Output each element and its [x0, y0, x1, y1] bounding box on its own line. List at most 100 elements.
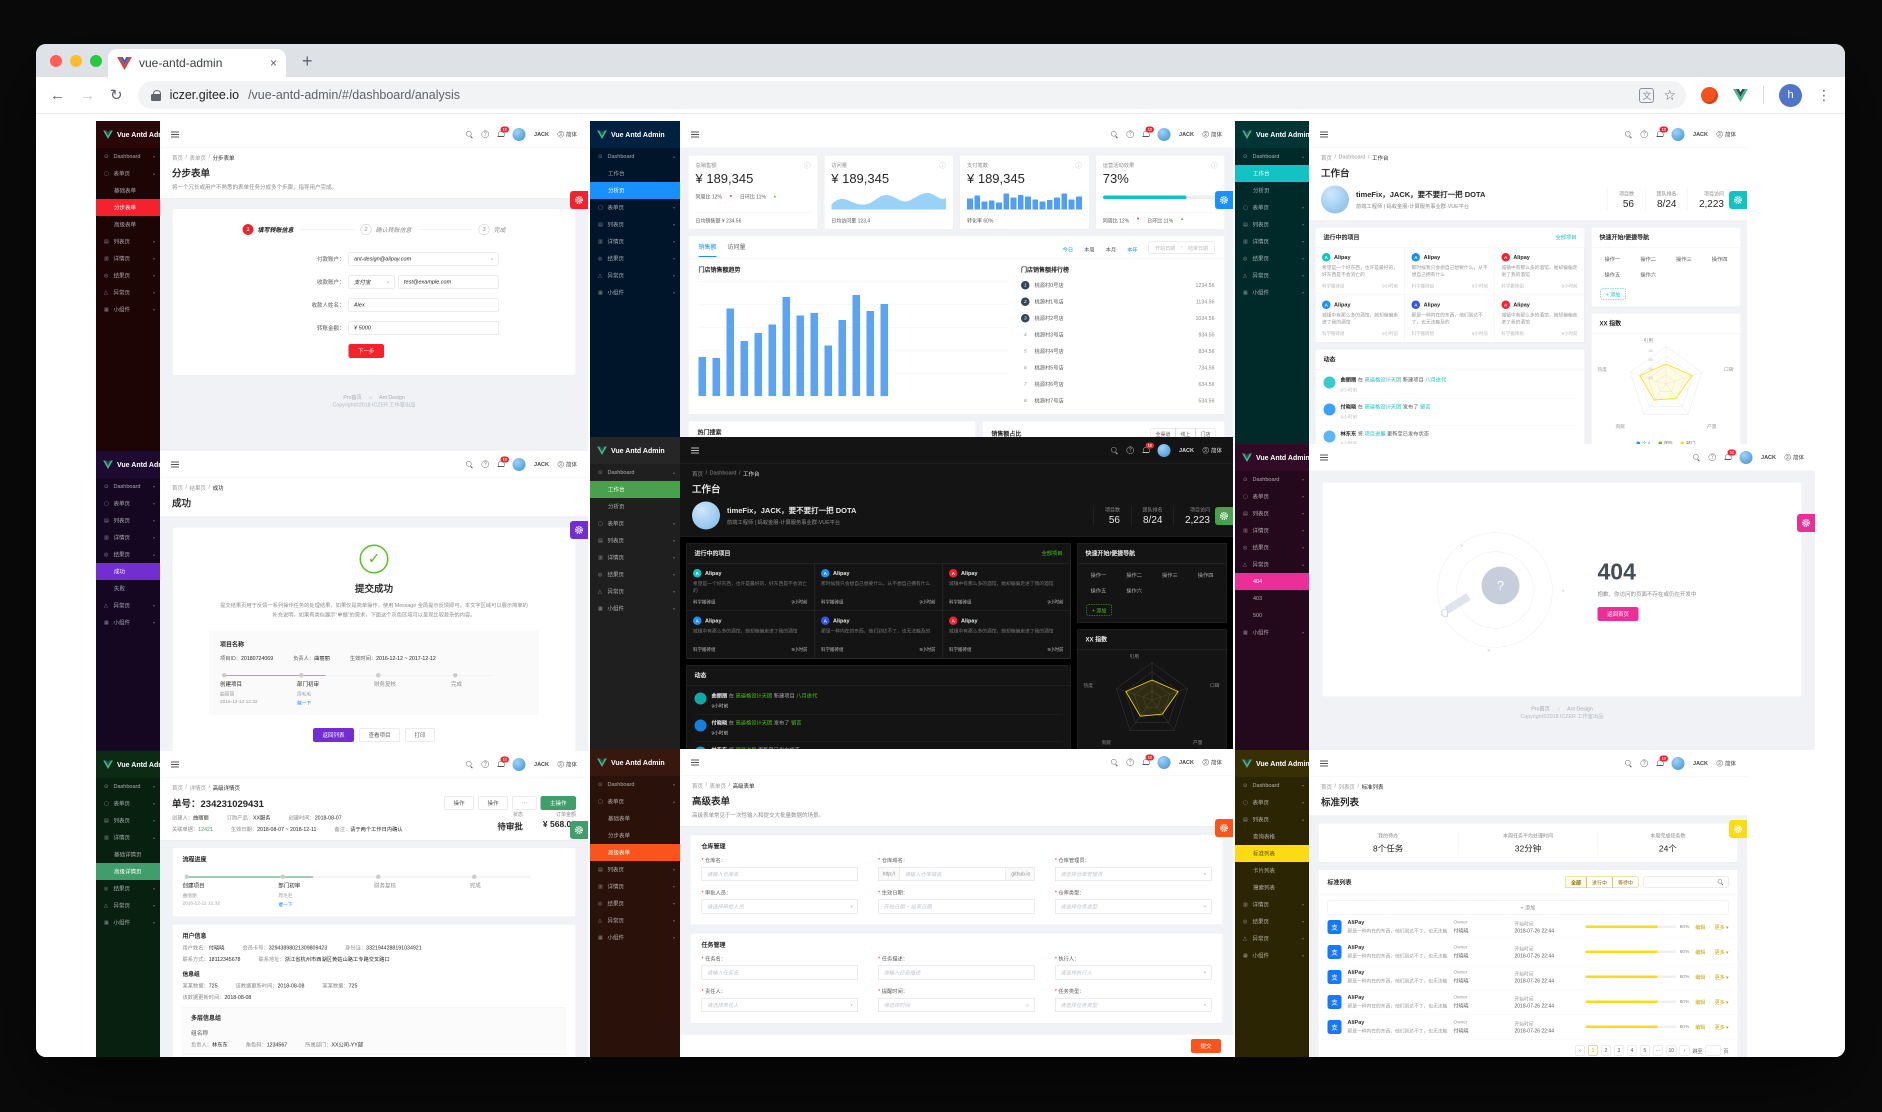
sidebar-item[interactable]: 分析页: [590, 182, 680, 199]
maximize-window-button[interactable]: [90, 55, 102, 67]
payee-account-input[interactable]: test@example.com: [398, 275, 499, 289]
bell-icon[interactable]: 12: [1142, 754, 1155, 767]
project-group[interactable]: 科学搬砖组: [1412, 283, 1435, 290]
quick-op-link[interactable]: 操作三: [1666, 252, 1702, 268]
language-switch[interactable]: 文简体: [557, 130, 577, 138]
view-project-button[interactable]: 查看项目: [359, 727, 400, 742]
quick-op-link[interactable]: 操作三: [1152, 568, 1188, 584]
quick-op-link[interactable]: 操作二: [1116, 568, 1152, 584]
sidebar-item[interactable]: 标准列表: [1235, 845, 1309, 862]
app-logo[interactable]: Vue Antd Admin: [1235, 750, 1309, 777]
sidebar-item[interactable]: 高级表单: [590, 844, 680, 861]
sidebar-item[interactable]: ⊙ Dashboard ▾: [96, 778, 160, 795]
bell-icon[interactable]: 12: [497, 126, 510, 139]
back-button[interactable]: ←: [50, 87, 65, 104]
project-card[interactable]: A Alipay 那是一种内在的东西，他们到达不了，也无法触及的 科学搬砖组 9小时前: [1405, 295, 1495, 343]
sidebar-item[interactable]: 高级详情页: [96, 863, 160, 880]
sidebar-item[interactable]: ▢ 表单页 ▾: [96, 495, 160, 512]
info-icon[interactable]: i: [803, 162, 811, 169]
list-item[interactable]: 支 AliPay 那是一种内在的东西，他们到达不了，也无法触及的 Owner 付晓晓…: [1318, 990, 1738, 1015]
sidebar-item[interactable]: ▤ 列表页 ▾: [96, 233, 160, 250]
menu-toggle-icon[interactable]: [1320, 454, 1328, 461]
language-switch[interactable]: 文简体: [557, 460, 577, 468]
app-logo[interactable]: Vue Antd Admin: [96, 451, 160, 478]
sidebar-item[interactable]: ▢ 表单页 ▾: [1235, 199, 1309, 216]
rank-row[interactable]: 1 桃源村0号店 1234.56: [1021, 277, 1215, 294]
filter-button[interactable]: 进行中: [1586, 876, 1613, 888]
sidebar-item[interactable]: ▦ 小组件 ▾: [590, 929, 680, 946]
language-switch[interactable]: 文简体: [557, 760, 577, 768]
list-item[interactable]: 支 AliPay 那是一种内在的东西，他们到达不了，也无法触及的 Owner 付晓晓…: [1318, 965, 1738, 990]
list-item[interactable]: 支 AliPay 那是一种内在的东西，他们到达不了，也无法触及的 Owner 付晓晓…: [1318, 915, 1738, 940]
sidebar-item[interactable]: ◎ 结果页 ▾: [96, 267, 160, 284]
reload-button[interactable]: ↻: [110, 86, 123, 104]
sidebar-item[interactable]: ▤ 列表页 ▾: [590, 216, 680, 233]
theme-settings-button[interactable]: [1215, 507, 1233, 525]
sidebar-item[interactable]: ▢ 表单页 ▾: [1235, 794, 1309, 811]
quick-op-link[interactable]: 操作一: [1081, 568, 1117, 584]
edit-link[interactable]: 编辑: [1695, 948, 1705, 956]
list-item[interactable]: 支 AliPay 那是一种内在的东西，他们到达不了，也无法触及的 Owner 付晓晓…: [1318, 1015, 1738, 1040]
help-icon[interactable]: ?: [1640, 130, 1649, 138]
page-button[interactable]: ···: [1652, 1045, 1663, 1056]
page-jump-input[interactable]: [1705, 1045, 1721, 1056]
bell-icon[interactable]: 12: [1142, 126, 1155, 139]
form-input[interactable]: 开始日期 ~ 结束日期: [878, 899, 1035, 914]
sidebar-item[interactable]: ▦ 小组件 ▾: [96, 614, 160, 631]
quick-op-link[interactable]: 操作六: [1116, 583, 1152, 599]
app-logo[interactable]: Vue Antd Admin: [590, 437, 680, 464]
project-card[interactable]: A Alipay 希望是一个好东西，也许是最好的，好东西是不会消亡的 科学搬砖组 9小时…: [686, 563, 815, 611]
sidebar-item[interactable]: ▢ 表单页 ▾: [590, 199, 680, 216]
user-avatar[interactable]: [512, 757, 526, 771]
quick-op-link[interactable]: 操作一: [1595, 252, 1631, 268]
page-button[interactable]: ›: [1679, 1045, 1690, 1056]
tab-close-icon[interactable]: ×: [270, 56, 277, 70]
date-range-picker[interactable]: 开始日期 ~ 结束日期: [1148, 241, 1215, 254]
theme-settings-button[interactable]: [1729, 191, 1747, 209]
sidebar-item[interactable]: △ 异常页 ▾: [1235, 267, 1309, 284]
rank-row[interactable]: 2 桃源村1号店 1134.56: [1021, 294, 1215, 311]
search-icon[interactable]: [1111, 130, 1118, 138]
sidebar-item[interactable]: △ 异常页 ▴: [1235, 556, 1309, 573]
sidebar-item[interactable]: 查询表格: [1235, 828, 1309, 845]
sidebar-item[interactable]: ⊙ Dashboard ▴: [590, 148, 680, 165]
footer-link[interactable]: Pro首页: [343, 395, 362, 401]
help-icon[interactable]: ?: [1708, 453, 1717, 461]
language-switch[interactable]: 文简体: [1716, 759, 1736, 767]
project-card[interactable]: A Alipay 城镇中有那么多的酒馆，她却偏偏走进了我的酒馆 科学搬砖组 9小时前: [942, 611, 1071, 659]
sidebar-item[interactable]: 分析页: [1235, 182, 1309, 199]
sidebar-item[interactable]: ▦ 小组件 ▾: [96, 301, 160, 318]
form-input[interactable]: 请输入仓库域名: [899, 867, 1007, 881]
sidebar-item[interactable]: ◎ 结果页 ▾: [96, 880, 160, 897]
more-link[interactable]: 更多 ▾: [1715, 973, 1729, 981]
project-card[interactable]: A Alipay 城镇中有那么多的酒馆，她却偏偏走进了我的酒馆 科学搬砖组 9小时前: [942, 563, 1071, 611]
sidebar-item[interactable]: ⊙ Dashboard ▾: [590, 776, 680, 793]
sidebar-item[interactable]: ▢ 表单页 ▾: [96, 795, 160, 812]
add-button[interactable]: + 添加: [1086, 604, 1112, 616]
sidebar-item[interactable]: ▢ 表单页 ▴: [96, 165, 160, 182]
more-link[interactable]: 更多 ▾: [1715, 1023, 1729, 1031]
sidebar-item[interactable]: ◎ 结果页 ▾: [1235, 913, 1309, 930]
tab-visits[interactable]: 访问量: [728, 242, 746, 257]
rank-row[interactable]: 6 桃源村5号店 734.56: [1021, 360, 1215, 377]
help-icon[interactable]: ?: [481, 460, 490, 468]
form-input[interactable]: 请输入仓库名: [701, 867, 859, 881]
user-avatar[interactable]: [512, 457, 526, 471]
rank-row[interactable]: 7 桃源村6号店 634.56: [1021, 376, 1215, 393]
sidebar-item[interactable]: ▦ 小组件 ▾: [1235, 624, 1309, 641]
page-button[interactable]: 1: [1587, 1045, 1598, 1056]
sidebar-item[interactable]: ▥ 详情页 ▴: [96, 829, 160, 846]
payee-name-input[interactable]: Alex: [348, 298, 499, 312]
sidebar-item[interactable]: ⊙ Dashboard ▾: [1235, 471, 1309, 488]
theme-settings-button[interactable]: [1215, 191, 1233, 209]
sidebar-item[interactable]: 403: [1235, 590, 1309, 607]
sidebar-item[interactable]: △ 异常页 ▾: [590, 583, 680, 600]
minimize-window-button[interactable]: [70, 55, 82, 67]
project-card[interactable]: A Alipay 那是一种内在的东西，他们到达不了，也无法触及的 科学搬砖组 9小时前: [814, 611, 943, 659]
form-input[interactable]: 请输入任务描述: [878, 965, 1035, 980]
print-button[interactable]: 打印: [405, 727, 435, 742]
add-button[interactable]: + 添加: [1600, 288, 1626, 300]
sidebar-item[interactable]: △ 异常页 ▾: [1235, 930, 1309, 947]
form-input[interactable]: 请选择责任人 ▾: [701, 998, 859, 1012]
page-button[interactable]: 5: [1639, 1045, 1650, 1056]
